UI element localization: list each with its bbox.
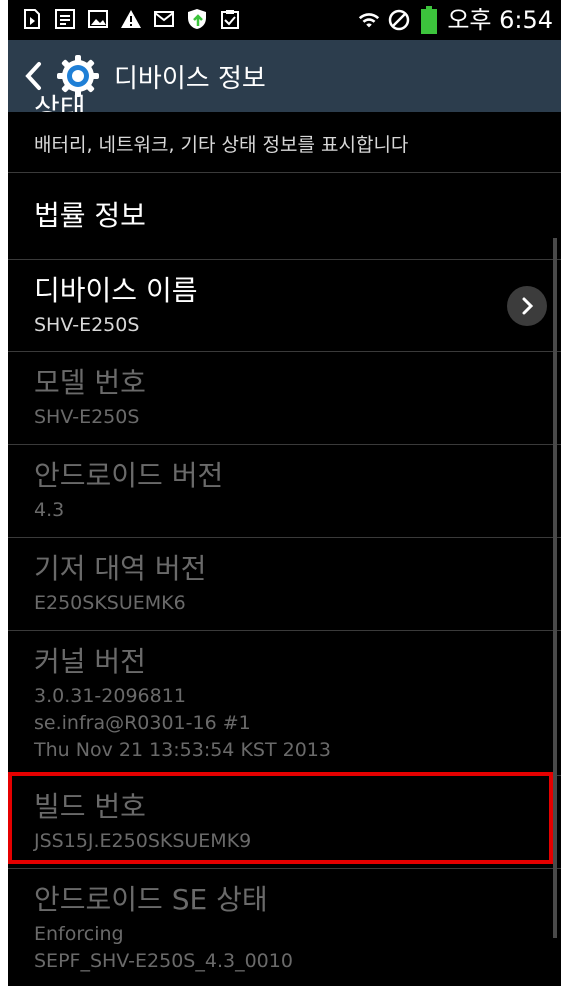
list-item-build-number[interactable]: 빌드 번호 JSS15J.E250SKSUEMK9 [8,776,561,869]
notification-icons [20,7,242,31]
list-item-title: 디바이스 이름 [34,274,198,307]
list-item-title: 안드로이드 SE 상태 [34,883,268,916]
list-item-line: Enforcing [34,923,124,945]
list-item-title: 빌드 번호 [34,790,146,823]
list-item-title: 안드로이드 버전 [34,459,224,492]
sticky-icon [53,7,77,31]
list-item-line: se.infra@R0301-16 #1 [34,712,251,734]
clock: 오후 6:54 [447,6,553,34]
list-item-kernel-version: 커널 버전 3.0.31-2096811 se.infra@R0301-16 #… [8,631,561,776]
clipboard-check-icon [218,7,242,31]
mail-icon [152,7,176,31]
list-item-legal-info[interactable]: 법률 정보 [8,173,561,260]
download-icon [20,7,44,31]
list-item-title: 법률 정보 [34,199,146,232]
wifi-icon [357,8,381,32]
warning-icon [119,7,143,31]
list-item-subtitle: JSS15J.E250SKSUEMK9 [34,830,252,852]
battery-icon [417,6,441,34]
list-item-subtitle: 배터리, 네트워크, 기타 상태 정보를 표시합니다 [34,134,409,156]
phone-screen: 오후 6:54 디바이스 정보 상태 배터리, 네트워크, 기타 상태 정보를 … [8,0,561,986]
action-bar: 디바이스 정보 [8,40,561,112]
list-item-subtitle: SHV-E250S [34,406,140,428]
list-item-model-number: 모델 번호 SHV-E250S [8,352,561,445]
do-not-disturb-icon [387,8,411,32]
list-item-title: 모델 번호 [34,366,146,399]
chevron-right-icon[interactable] [507,286,547,326]
list-item-subtitle: SHV-E250S [34,314,140,336]
image-icon [86,7,110,31]
list-item-line: 3.0.31-2096811 [34,685,186,707]
list-item-line: SEPF_SHV-E250S_4.3_0010 [34,950,293,972]
list-item-title: 상태 [34,92,86,112]
settings-list: 상태 배터리, 네트워크, 기타 상태 정보를 표시합니다 법률 정보 디바이스… [8,92,561,986]
status-bar: 오후 6:54 [8,0,561,40]
list-item-baseband-version: 기저 대역 버전 E250SKSUEMK6 [8,538,561,631]
list-item-subtitle: 4.3 [34,499,65,521]
list-item-status[interactable]: 상태 배터리, 네트워크, 기타 상태 정보를 표시합니다 [8,92,561,173]
security-update-icon [185,7,209,31]
system-icons: 오후 6:54 [357,4,553,36]
page-title: 디바이스 정보 [114,63,266,94]
list-item-android-version: 안드로이드 버전 4.3 [8,445,561,538]
list-item-title: 기저 대역 버전 [34,552,207,585]
list-item-device-name[interactable]: 디바이스 이름 SHV-E250S [8,260,561,352]
list-item-android-se-status: 안드로이드 SE 상태 Enforcing SEPF_SHV-E250S_4.3… [8,869,561,986]
list-item-title: 커널 버전 [34,645,146,678]
list-item-line: Thu Nov 21 13:53:54 KST 2013 [34,739,331,761]
list-item-subtitle: E250SKSUEMK6 [34,592,186,614]
scrollbar[interactable] [553,238,557,938]
